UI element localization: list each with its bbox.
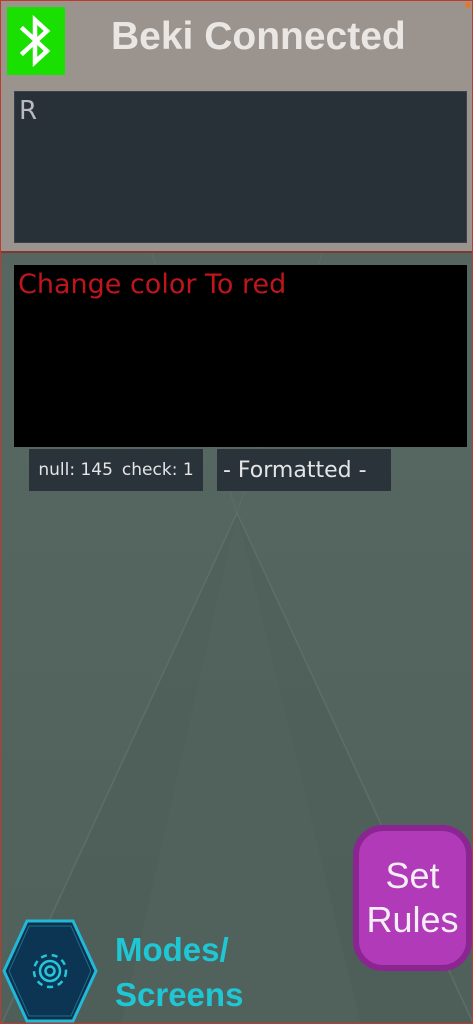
connection-status-title: Beki Connected (111, 15, 406, 58)
app-screen: Beki Connected R Change color To red nul… (0, 0, 473, 1024)
null-count: null: 145 (38, 460, 113, 480)
received-data-field[interactable]: R (14, 91, 467, 243)
set-rules-label: Set Rules (366, 855, 459, 940)
header-panel: Beki Connected R (1, 1, 472, 253)
hexagon-gear-icon (2, 919, 98, 1023)
modes-screens-label[interactable]: Modes/ Screens (115, 927, 243, 1017)
set-rules-button[interactable]: Set Rules (353, 825, 472, 971)
bluetooth-icon (19, 15, 51, 67)
command-text: Change color To red (18, 269, 287, 300)
status-dot (465, 2, 471, 8)
format-toggle-button[interactable]: - Formatted - (217, 449, 391, 491)
check-count: check: 1 (121, 460, 194, 480)
command-display: Change color To red (14, 265, 467, 447)
received-data-text: R (19, 96, 38, 126)
modes-screens-button[interactable] (1, 917, 99, 1023)
bluetooth-button[interactable] (7, 7, 65, 75)
stats-badge: null: 145 check: 1 (29, 449, 203, 491)
